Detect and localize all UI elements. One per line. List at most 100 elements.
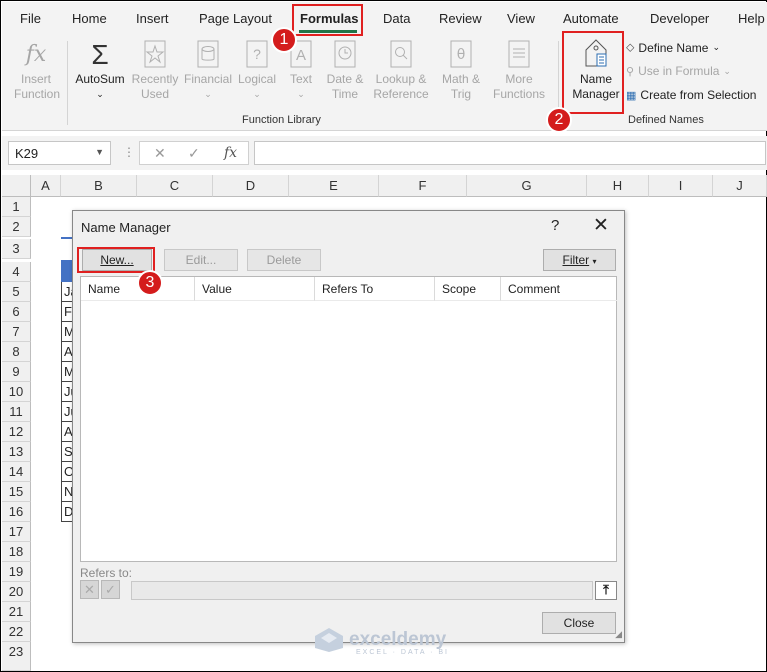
tab-insert[interactable]: Insert xyxy=(136,11,169,26)
date-time-button[interactable]: Date & Time xyxy=(322,39,368,102)
recently-used-button[interactable]: Recently Used xyxy=(130,39,180,102)
row-header[interactable]: 19 xyxy=(2,562,31,582)
svg-text:θ: θ xyxy=(457,47,466,63)
row-header[interactable]: 3 xyxy=(2,239,31,259)
formula-controls: ✕ ✓ fx xyxy=(139,141,249,165)
row-header[interactable]: 4 xyxy=(2,262,31,282)
collapse-dialog-icon[interactable]: ⤒ xyxy=(595,581,617,600)
insert-function-button[interactable]: fx Insert Function xyxy=(10,39,62,102)
question-book-icon: ? xyxy=(243,39,271,69)
row-header[interactable]: 21 xyxy=(2,602,31,622)
row-header[interactable]: 17 xyxy=(2,522,31,542)
tab-review[interactable]: Review xyxy=(439,11,482,26)
chevron-down-icon: ⌄ xyxy=(297,89,305,99)
column-header-i[interactable]: I xyxy=(649,175,713,197)
more-functions-button[interactable]: More Functions xyxy=(486,39,552,102)
function-icon: fx xyxy=(25,41,47,67)
column-header-c[interactable]: C xyxy=(137,175,213,197)
autosum-label: AutoSum xyxy=(75,72,125,86)
row-header[interactable]: 12 xyxy=(2,422,31,442)
column-header-f[interactable]: F xyxy=(379,175,467,197)
row-header[interactable]: 6 xyxy=(2,302,31,322)
tab-file[interactable]: File xyxy=(20,11,41,26)
tab-developer[interactable]: Developer xyxy=(650,11,709,26)
column-header-b[interactable]: B xyxy=(61,175,137,197)
autosum-button[interactable]: Σ AutoSum ⌄ xyxy=(72,39,128,102)
row-header[interactable]: 1 xyxy=(2,197,31,217)
row-header[interactable]: 11 xyxy=(2,402,31,422)
resize-grip-icon[interactable]: ◢ xyxy=(615,629,622,640)
name-box-value: K29 xyxy=(15,146,39,161)
column-header-a[interactable]: A xyxy=(31,175,61,197)
chevron-down-icon: ⌄ xyxy=(723,65,731,76)
financial-button[interactable]: Financial ⌄ xyxy=(182,39,234,102)
check-icon[interactable]: ✓ xyxy=(101,580,120,599)
tab-data[interactable]: Data xyxy=(383,11,410,26)
chevron-down-icon: ⌄ xyxy=(253,89,261,99)
drag-handle-icon[interactable]: ⋮ xyxy=(123,145,135,159)
column-header-j[interactable]: J xyxy=(713,175,767,197)
refers-to-input[interactable] xyxy=(131,581,593,600)
column-header-comment[interactable]: Comment xyxy=(501,277,617,301)
tab-help[interactable]: Help xyxy=(738,11,765,26)
more-functions-label: More Functions xyxy=(492,72,546,101)
insert-function-icon[interactable]: fx xyxy=(224,145,237,161)
row-header[interactable]: 9 xyxy=(2,362,31,382)
row-header[interactable]: 8 xyxy=(2,342,31,362)
tab-automate[interactable]: Automate xyxy=(563,11,619,26)
column-header-d[interactable]: D xyxy=(213,175,289,197)
define-name-button[interactable]: ⬦ Define Name ⌄ xyxy=(626,40,720,55)
sigma-icon: Σ xyxy=(91,38,109,70)
logical-label: Logical xyxy=(237,72,277,86)
row-header[interactable]: 7 xyxy=(2,322,31,342)
math-trig-button[interactable]: θ Math & Trig xyxy=(436,39,486,102)
filter-button[interactable]: Filter ▾ xyxy=(543,249,616,271)
column-header-g[interactable]: G xyxy=(467,175,587,197)
row-header[interactable]: 23 xyxy=(2,642,31,671)
logical-button[interactable]: ? Logical ⌄ xyxy=(235,39,279,102)
help-icon[interactable]: ? xyxy=(551,217,559,234)
column-header-e[interactable]: E xyxy=(289,175,379,197)
chevron-down-icon: ⌄ xyxy=(204,89,212,99)
function-library-group-label: Function Library xyxy=(242,114,321,126)
row-header[interactable]: 5 xyxy=(2,282,31,302)
column-header-scope[interactable]: Scope xyxy=(435,277,501,301)
use-in-formula-button[interactable]: ⚲ Use in Formula ⌄ xyxy=(626,64,731,78)
formula-input[interactable] xyxy=(254,141,766,165)
column-header-value[interactable]: Value xyxy=(195,277,315,301)
tab-home[interactable]: Home xyxy=(72,11,107,26)
row-header[interactable]: 18 xyxy=(2,542,31,562)
financial-label: Financial xyxy=(183,72,233,86)
names-list[interactable]: Name Value Refers To Scope Comment xyxy=(80,276,617,562)
select-all-corner[interactable] xyxy=(2,175,31,197)
row-header[interactable]: 15 xyxy=(2,482,31,502)
column-header-refers-to[interactable]: Refers To xyxy=(315,277,435,301)
cancel-icon[interactable]: ✕ xyxy=(154,145,166,162)
row-header[interactable]: 13 xyxy=(2,442,31,462)
name-box[interactable]: K29 ▼ xyxy=(8,141,111,165)
tag-icon: ⬦ xyxy=(626,40,635,54)
row-header[interactable]: 22 xyxy=(2,622,31,642)
row-header[interactable]: 20 xyxy=(2,582,31,602)
tab-page-layout[interactable]: Page Layout xyxy=(199,11,272,26)
row-header[interactable]: 14 xyxy=(2,462,31,482)
delete-button[interactable]: Delete xyxy=(247,249,321,271)
tab-view[interactable]: View xyxy=(507,11,535,26)
close-button[interactable]: Close xyxy=(542,612,616,634)
close-icon[interactable]: ✕ xyxy=(593,214,609,237)
row-header[interactable]: 10 xyxy=(2,382,31,402)
cancel-icon[interactable]: ✕ xyxy=(80,580,99,599)
edit-button[interactable]: Edit... xyxy=(164,249,238,271)
chevron-down-icon[interactable]: ▼ xyxy=(95,147,104,157)
lookup-reference-button[interactable]: Lookup & Reference xyxy=(368,39,434,102)
ribbon-tab-bar: File Home Insert Page Layout Formulas Da… xyxy=(2,2,767,35)
formula-bar: K29 ▼ ⋮ ✕ ✓ fx xyxy=(2,136,767,170)
create-from-selection-button[interactable]: ▦ Create from Selection xyxy=(626,88,756,102)
defined-names-group-label: Defined Names xyxy=(628,114,704,126)
enter-check-icon[interactable]: ✓ xyxy=(188,145,200,162)
row-header[interactable]: 16 xyxy=(2,502,31,522)
star-book-icon xyxy=(141,39,169,69)
column-header-h[interactable]: H xyxy=(587,175,649,197)
row-header[interactable]: 2 xyxy=(2,217,31,237)
step-badge: 3 xyxy=(137,270,163,296)
